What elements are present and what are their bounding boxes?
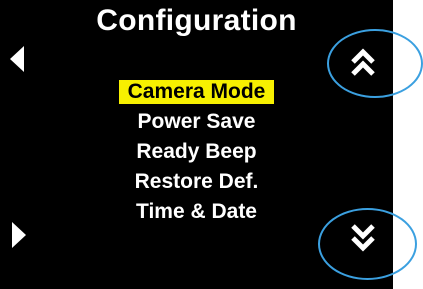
scroll-down-callout — [318, 208, 417, 280]
chevron-left-icon — [10, 46, 24, 72]
scroll-up-callout — [327, 29, 423, 98]
chevron-right-icon — [12, 222, 26, 248]
config-menu: Camera Mode Power Save Ready Beep Restor… — [0, 77, 393, 227]
menu-item-label: Ready Beep — [136, 140, 257, 163]
menu-item-power-save[interactable]: Power Save — [0, 107, 393, 137]
menu-item-label: Restore Def. — [134, 170, 259, 193]
menu-item-ready-beep[interactable]: Ready Beep — [0, 137, 393, 167]
nav-right-button[interactable] — [8, 222, 28, 248]
menu-item-label: Time & Date — [136, 200, 257, 223]
nav-left-button[interactable] — [8, 46, 28, 72]
menu-item-label: Camera Mode — [118, 80, 275, 104]
menu-item-restore-defaults[interactable]: Restore Def. — [0, 167, 393, 197]
page-title: Configuration — [96, 4, 297, 37]
menu-item-label: Power Save — [137, 110, 256, 133]
